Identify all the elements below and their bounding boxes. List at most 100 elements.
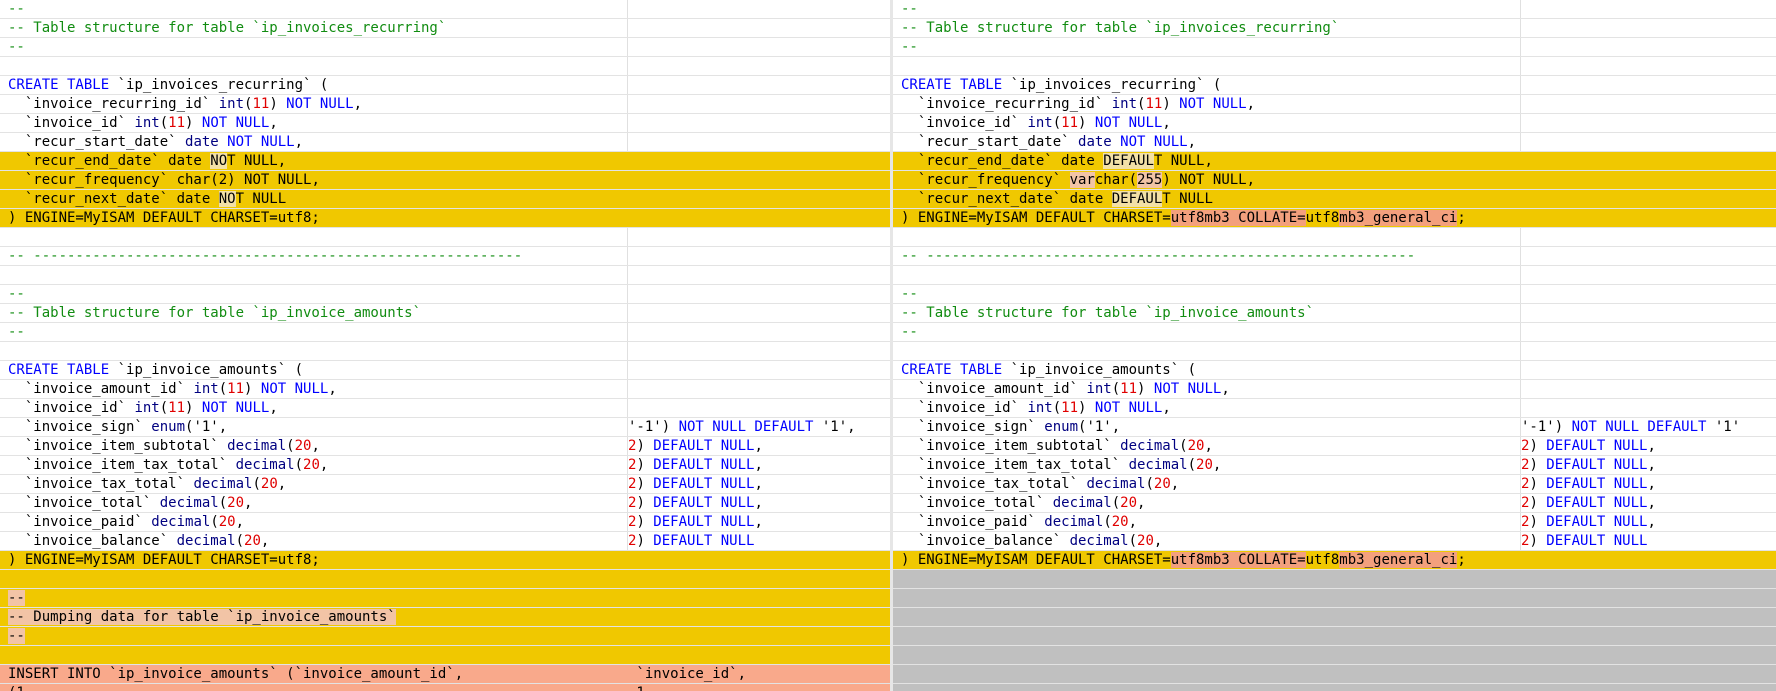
left-diff-line[interactable]: `invoice_total` decimal(20, 2) DEFAULT NU…	[0, 494, 890, 513]
left-diff-line[interactable]: `invoice_amount_id` int(11) NOT NULL,	[0, 380, 890, 399]
left-diff-line[interactable]: --	[0, 38, 890, 57]
right-diff-line[interactable]: `invoice_id` int(11) NOT NULL,	[893, 399, 1776, 418]
right-diff-line[interactable]	[893, 228, 1776, 247]
right-diff-line[interactable]: `invoice_amount_id` int(11) NOT NULL,	[893, 380, 1776, 399]
left-diff-line[interactable]: `invoice_id` int(11) NOT NULL,	[0, 114, 890, 133]
left-diff-line[interactable]: -- -------------------------------------…	[0, 247, 890, 266]
code-token: `invoice_amount_id`	[901, 381, 1087, 397]
left-diff-line[interactable]	[0, 57, 890, 76]
left-diff-line[interactable]: --	[0, 0, 890, 19]
right-diff-line[interactable]: ) ENGINE=MyISAM DEFAULT CHARSET=utf8mb3 …	[893, 209, 1776, 228]
left-diff-line[interactable]: `invoice_recurring_id` int(11) NOT NULL,	[0, 95, 890, 114]
right-diff-line[interactable]: `invoice_tax_total` decimal(20, 2) DEFAUL…	[893, 475, 1776, 494]
right-diff-line[interactable]: -- Table structure for table `ip_invoice…	[893, 19, 1776, 38]
right-diff-line[interactable]: --	[893, 323, 1776, 342]
code-token: DEFAULT NULL	[1546, 514, 1648, 530]
left-diff-line[interactable]: (1, 1,	[0, 684, 890, 691]
code-token: decimal	[176, 533, 236, 549]
left-diff-pane[interactable]: -- -- Table structure for table `ip_invoi…	[0, 0, 890, 691]
right-diff-line[interactable]: `invoice_paid` decimal(20, 2) DEFAULT NUL…	[893, 513, 1776, 532]
right-diff-line[interactable]: -- Table structure for table `ip_invoice…	[893, 304, 1776, 323]
right-line-continuation: 2) DEFAULT NULL,	[1521, 513, 1656, 532]
left-diff-line[interactable]: CREATE TABLE `ip_invoices_recurring` (	[0, 76, 890, 95]
right-diff-line[interactable]	[893, 570, 1776, 589]
code-token: `invoice_balance`	[8, 533, 177, 549]
left-diff-line[interactable]: -- Table structure for table `ip_invoice…	[0, 19, 890, 38]
left-diff-line[interactable]: `invoice_item_subtotal` decimal(20, 2) DE…	[0, 437, 890, 456]
left-line-text: `recur_frequency` char(2) NOT NULL,	[8, 171, 320, 190]
right-diff-line[interactable]: --	[893, 38, 1776, 57]
left-diff-line[interactable]: -- Table structure for table `ip_invoice…	[0, 304, 890, 323]
right-diff-line[interactable]	[893, 627, 1776, 646]
code-token: ,	[1221, 381, 1230, 397]
left-diff-line[interactable]: `recur_next_date` date NOT NULL	[0, 190, 890, 209]
code-token: 20	[1153, 476, 1171, 492]
left-diff-line[interactable]	[0, 342, 890, 361]
left-diff-line[interactable]: `invoice_sign` enum('1', '-1') NOT NULL D…	[0, 418, 890, 437]
right-diff-line[interactable]: -- -------------------------------------…	[893, 247, 1776, 266]
left-diff-line[interactable]	[0, 570, 890, 589]
left-diff-line[interactable]: ) ENGINE=MyISAM DEFAULT CHARSET=utf8;	[0, 209, 890, 228]
code-token: (1,	[8, 685, 33, 691]
right-diff-line[interactable]: CREATE TABLE `ip_invoices_recurring` (	[893, 76, 1776, 95]
code-token: `invoice_id`	[8, 115, 135, 131]
right-diff-line[interactable]: `invoice_id` int(11) NOT NULL,	[893, 114, 1776, 133]
left-diff-line[interactable]: `recur_start_date` date NOT NULL,	[0, 133, 890, 152]
code-token: )	[244, 381, 261, 397]
right-diff-pane[interactable]: -- -- Table structure for table `ip_invoi…	[893, 0, 1776, 691]
right-diff-line[interactable]: `invoice_sign` enum('1', '-1') NOT NULL D…	[893, 418, 1776, 437]
right-diff-line[interactable]	[893, 684, 1776, 691]
left-diff-line[interactable]	[0, 228, 890, 247]
left-diff-line[interactable]	[0, 266, 890, 285]
right-diff-line[interactable]	[893, 665, 1776, 684]
code-token: DEFAULT NULL	[653, 495, 755, 511]
code-token: --	[901, 39, 918, 55]
left-diff-line[interactable]: `invoice_tax_total` decimal(20, 2) DEFAUL…	[0, 475, 890, 494]
right-diff-line[interactable]	[893, 589, 1776, 608]
right-diff-line[interactable]	[893, 57, 1776, 76]
code-token: (	[218, 381, 228, 397]
left-diff-line[interactable]: INSERT INTO `ip_invoice_amounts` (`invoi…	[0, 665, 890, 684]
code-token: 1,	[628, 685, 653, 691]
right-diff-line[interactable]: `invoice_total` decimal(20, 2) DEFAULT NU…	[893, 494, 1776, 513]
right-diff-line[interactable]: `invoice_item_subtotal` decimal(20, 2) DE…	[893, 437, 1776, 456]
left-diff-line[interactable]: `invoice_balance` decimal(20, 2) DEFAULT …	[0, 532, 890, 551]
left-diff-line[interactable]	[0, 646, 890, 665]
right-diff-line[interactable]: `recur_frequency` varchar(255) NOT NULL,	[893, 171, 1776, 190]
left-diff-line[interactable]: --	[0, 589, 890, 608]
left-diff-line[interactable]: `invoice_id` int(11) NOT NULL,	[0, 399, 890, 418]
right-diff-line[interactable]: `invoice_item_tax_total` decimal(20, 2) D…	[893, 456, 1776, 475]
right-diff-line[interactable]: `invoice_recurring_id` int(11) NOT NULL,	[893, 95, 1776, 114]
right-diff-line[interactable]	[893, 646, 1776, 665]
code-token: )	[636, 438, 654, 454]
left-diff-line[interactable]: `recur_end_date` date NOT NULL,	[0, 152, 890, 171]
right-diff-line[interactable]: `recur_next_date` date DEFAULT NULL	[893, 190, 1776, 209]
left-diff-line[interactable]: --	[0, 627, 890, 646]
right-diff-line[interactable]: CREATE TABLE `ip_invoice_amounts` (	[893, 361, 1776, 380]
right-diff-line[interactable]: `recur_end_date` date DEFAULT NULL,	[893, 152, 1776, 171]
left-diff-line[interactable]: -- Dumping data for table `ip_invoice_am…	[0, 608, 890, 627]
left-diff-line[interactable]: `invoice_paid` decimal(20, 2) DEFAULT NUL…	[0, 513, 890, 532]
code-token: (	[1052, 115, 1062, 131]
code-token: NOT NULL	[260, 381, 329, 397]
code-token: ,	[1246, 96, 1256, 112]
left-diff-line[interactable]: `invoice_item_tax_total` decimal(20, 2) D…	[0, 456, 890, 475]
right-diff-line[interactable]: `recur_start_date` date NOT NULL,	[893, 133, 1776, 152]
right-diff-line[interactable]	[893, 608, 1776, 627]
code-token: `invoice_sign`	[901, 419, 1045, 435]
right-diff-line[interactable]	[893, 266, 1776, 285]
left-diff-line[interactable]: ) ENGINE=MyISAM DEFAULT CHARSET=utf8;	[0, 551, 890, 570]
right-diff-line[interactable]: --	[893, 0, 1776, 19]
code-token: DEFAULT NULL	[653, 476, 755, 492]
right-diff-line[interactable]: --	[893, 285, 1776, 304]
right-diff-line[interactable]	[893, 342, 1776, 361]
left-diff-line[interactable]: --	[0, 285, 890, 304]
code-token: ('1',	[185, 419, 228, 435]
right-line-continuation: 2) DEFAULT NULL,	[1521, 437, 1656, 456]
right-diff-line[interactable]: `invoice_balance` decimal(20, 2) DEFAULT …	[893, 532, 1776, 551]
left-diff-line[interactable]: --	[0, 323, 890, 342]
right-diff-line[interactable]: ) ENGINE=MyISAM DEFAULT CHARSET=utf8mb3 …	[893, 551, 1776, 570]
left-diff-line[interactable]: CREATE TABLE `ip_invoice_amounts` (	[0, 361, 890, 380]
left-diff-line[interactable]: `recur_frequency` char(2) NOT NULL,	[0, 171, 890, 190]
code-token: '-1')	[1521, 419, 1572, 435]
